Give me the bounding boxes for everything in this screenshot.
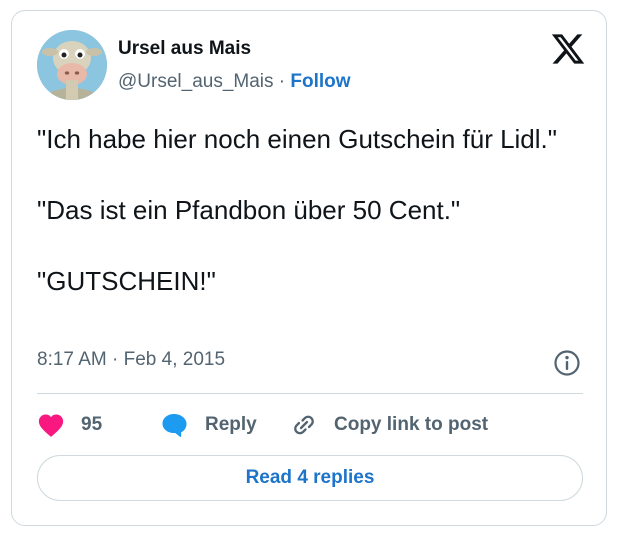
info-icon[interactable] bbox=[553, 349, 581, 377]
like-button[interactable]: 95 bbox=[37, 409, 102, 441]
reply-bubble-icon bbox=[160, 411, 188, 439]
tweet-time: 8:17 AM bbox=[37, 349, 107, 370]
tweet-card: Ursel aus Mais @Ursel_aus_Mais · Follow … bbox=[11, 10, 607, 526]
reply-label: Reply bbox=[205, 414, 257, 435]
reply-button[interactable]: Reply bbox=[160, 409, 257, 441]
link-icon bbox=[290, 411, 318, 439]
read-replies-button[interactable]: Read 4 replies bbox=[37, 455, 583, 501]
avatar[interactable] bbox=[37, 30, 107, 100]
x-logo-icon[interactable] bbox=[550, 31, 586, 67]
tweet-date: Feb 4, 2015 bbox=[123, 349, 226, 370]
copy-link-label: Copy link to post bbox=[334, 414, 489, 435]
follow-button[interactable]: Follow bbox=[290, 71, 350, 92]
author-handle[interactable]: @Ursel_aus_Mais bbox=[118, 71, 274, 92]
author-name[interactable]: Ursel aus Mais bbox=[118, 38, 251, 60]
tweet-timestamp[interactable]: 8:17 AM · Feb 4, 2015 bbox=[37, 349, 225, 371]
tweet-paragraph: "Das ist ein Pfandbon über 50 Cent." bbox=[37, 195, 461, 225]
tweet-paragraph: "GUTSCHEIN!" bbox=[37, 266, 216, 296]
heart-icon bbox=[37, 412, 65, 438]
copy-link-button[interactable]: Copy link to post bbox=[290, 409, 488, 441]
handle-separator: · bbox=[278, 71, 286, 92]
timestamp-separator: · bbox=[112, 349, 119, 370]
author-handle-row: @Ursel_aus_Mais · Follow bbox=[118, 71, 351, 93]
like-count: 95 bbox=[81, 414, 103, 435]
divider bbox=[37, 393, 583, 394]
read-replies-label: Read 4 replies bbox=[245, 467, 375, 488]
tweet-paragraph: "Ich habe hier noch einen Gutschein für … bbox=[37, 124, 557, 154]
tweet-text: "Ich habe hier noch einen Gutschein für … bbox=[37, 121, 597, 299]
